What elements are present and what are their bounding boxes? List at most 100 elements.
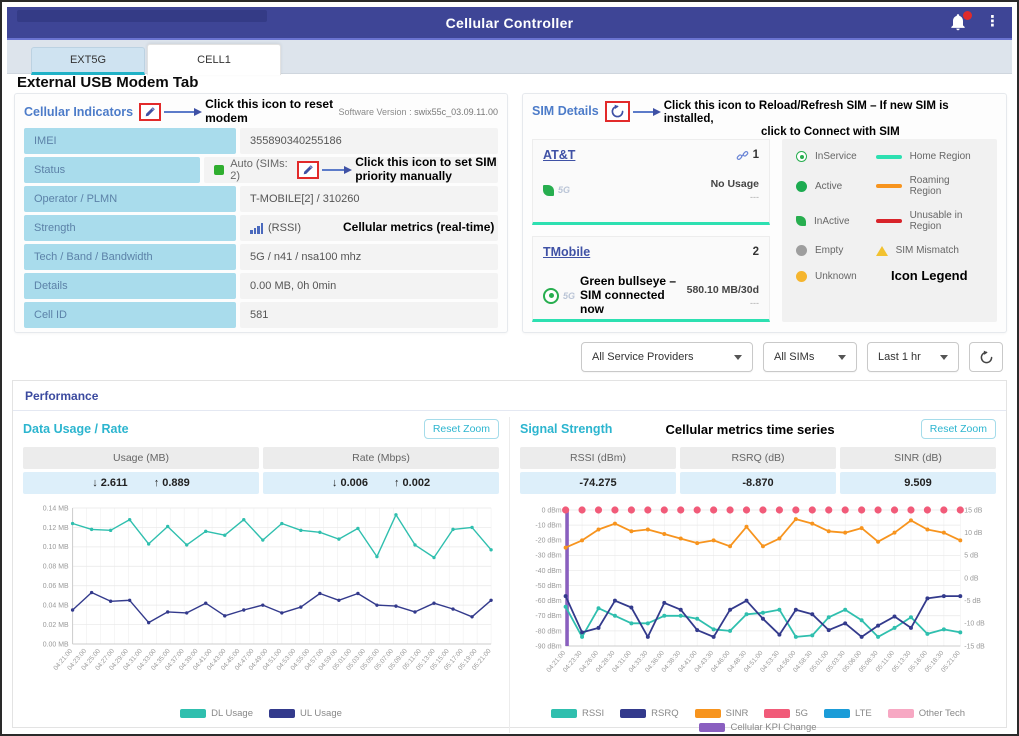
indicators-table: IMEI 355890340255186 Status Auto (SIMs: … (24, 128, 498, 328)
sim-card-tmobile[interactable]: TMobile 2 5G Green bullseye – SIM connec… (532, 236, 770, 322)
point-5G (776, 506, 783, 513)
svg-text:0.10 MB: 0.10 MB (43, 544, 69, 551)
sinr-header: SINR (dB) (840, 447, 996, 469)
svg-text:-50 dBm: -50 dBm (535, 583, 561, 590)
reset-modem-button[interactable] (139, 103, 161, 121)
legend-inactive: InActive (796, 210, 876, 232)
legend-label: LTE (855, 708, 872, 719)
section-heading: External USB Modem Tab (17, 74, 198, 91)
sim-count: 1 (753, 149, 759, 161)
sim-card-att[interactable]: AT&T 1 5G No Usage --- (532, 139, 770, 225)
top-panels: Cellular Indicators Click this icon to r… (14, 93, 1007, 333)
legend-item-rsrq[interactable]: RSRQ (620, 708, 678, 719)
legend-item-5g[interactable]: 5G (764, 708, 808, 719)
row-label: Status (24, 157, 200, 183)
signal-strength-legend: RSSI RSRQ SINR 5G LTE Other Tech (520, 708, 996, 719)
sim-priority-button[interactable] (297, 161, 319, 179)
svg-text:0.14 MB: 0.14 MB (43, 505, 69, 512)
sim-usage: 580.10 MB/30d (687, 284, 759, 296)
unknown-icon (796, 271, 807, 282)
data-usage-stats: Usage (MB) ↓ 2.611 ↑ 0.889 Rate (Mbps) ↓… (23, 447, 499, 494)
svg-text:-70 dBm: -70 dBm (535, 613, 561, 620)
sim-name-link[interactable]: AT&T (543, 148, 575, 162)
sims-dropdown[interactable]: All SIMs (763, 342, 857, 372)
point-5G (924, 506, 931, 513)
chart-filters: All Service Providers All SIMs Last 1 hr (581, 342, 1003, 372)
legend-swatch (269, 709, 295, 718)
status-green-icon (214, 165, 224, 175)
overflow-menu-icon[interactable]: ⋮ (985, 11, 1000, 32)
point-5G (578, 506, 585, 513)
legend-item-dl-usage[interactable]: DL Usage (180, 708, 253, 719)
data-usage-chart-container[interactable]: 04:21:0004:23:0004:25:0004:27:0004:29:00… (23, 502, 499, 708)
tab-bar: EXT5G CELL1 (7, 40, 1012, 74)
point-5G (710, 506, 717, 513)
legend-item-rssi[interactable]: RSSI (551, 708, 604, 719)
reset-zoom-button[interactable]: Reset Zoom (424, 419, 499, 439)
callout-arrow (633, 108, 661, 116)
refresh-charts-button[interactable] (969, 342, 1003, 372)
performance-title: Performance (13, 389, 1006, 411)
point-5G (842, 506, 849, 513)
sim-count: 2 (753, 246, 759, 258)
legend-label: Empty (815, 245, 843, 256)
sim-usage-sub: --- (711, 192, 759, 202)
active-icon (796, 181, 807, 192)
pencil-icon (144, 106, 156, 118)
data-usage-chart[interactable]: 04:21:0004:23:0004:25:0004:27:0004:29:00… (23, 502, 499, 708)
legend-item-ul-usage[interactable]: UL Usage (269, 708, 342, 719)
legend-label: Roaming Region (910, 175, 983, 197)
row-label: Operator / PLMN (24, 186, 236, 212)
usage-header: Usage (MB) (23, 447, 259, 469)
data-usage-section: Data Usage / Rate Reset Zoom Usage (MB) … (13, 417, 510, 733)
signal-strength-section: Signal Strength Cellular metrics time se… (510, 417, 1006, 733)
strength-value: (RSSI) (268, 222, 301, 234)
legend-label: Home Region (910, 151, 971, 162)
software-version: Software Version : swix55c_03.09.11.00 (339, 107, 498, 117)
legend-item-other-tech[interactable]: Other Tech (888, 708, 965, 719)
data-usage-title: Data Usage / Rate (23, 422, 129, 436)
service-provider-dropdown[interactable]: All Service Providers (581, 342, 753, 372)
svg-text:-5 dB: -5 dB (964, 598, 981, 605)
chevron-down-icon (940, 355, 948, 360)
tab-cell1[interactable]: CELL1 (147, 44, 281, 75)
notifications-bell-icon[interactable] (948, 12, 970, 34)
status-value: Auto (SIMs: 2) (230, 158, 289, 182)
reload-sim-button[interactable] (605, 101, 630, 122)
cell-id-value: 581 (240, 302, 498, 328)
point-5G (743, 506, 750, 513)
table-row: Cell ID 581 (24, 302, 498, 328)
legend-label: InService (815, 151, 857, 162)
svg-text:-30 dBm: -30 dBm (535, 553, 561, 560)
reset-zoom-button[interactable]: Reset Zoom (921, 419, 996, 439)
callout-arrow (322, 166, 352, 174)
time-range-dropdown[interactable]: Last 1 hr (867, 342, 959, 372)
tab-ext5g[interactable]: EXT5G (31, 47, 145, 75)
point-5G (875, 506, 882, 513)
sim-name-link[interactable]: TMobile (543, 245, 590, 259)
tab-label: EXT5G (70, 54, 106, 66)
chevron-down-icon (734, 355, 742, 360)
svg-text:0.02 MB: 0.02 MB (43, 622, 69, 629)
rsrq-header: RSRQ (dB) (680, 447, 836, 469)
legend-swatch (824, 709, 850, 718)
legend-active: Active (796, 175, 876, 197)
legend-label: 5G (795, 708, 808, 719)
link-icon (736, 149, 749, 162)
signal-strength-chart-container[interactable]: 04:21:0004:23:3004:26:0004:28:3004:31:00… (520, 502, 996, 708)
legend-item-lte[interactable]: LTE (824, 708, 872, 719)
svg-text:-20 dBm: -20 dBm (535, 538, 561, 545)
legend-label: InActive (814, 216, 850, 227)
legend-item-cellular-kpi-change[interactable]: Cellular KPI Change (699, 722, 816, 733)
legend-item-sinr[interactable]: SINR (695, 708, 749, 719)
svg-text:-40 dBm: -40 dBm (535, 568, 561, 575)
point-5G (809, 506, 816, 513)
legend-swatch (551, 709, 577, 718)
legend-empty: Empty (796, 245, 876, 256)
inactive-icon (796, 216, 806, 226)
signal-strength-chart[interactable]: 04:21:0004:23:3004:26:0004:28:3004:31:00… (520, 502, 996, 708)
legend-label: Other Tech (919, 708, 965, 719)
sim-mismatch-icon (876, 246, 888, 256)
legend-swatch (764, 709, 790, 718)
callout-arrow (164, 108, 202, 116)
